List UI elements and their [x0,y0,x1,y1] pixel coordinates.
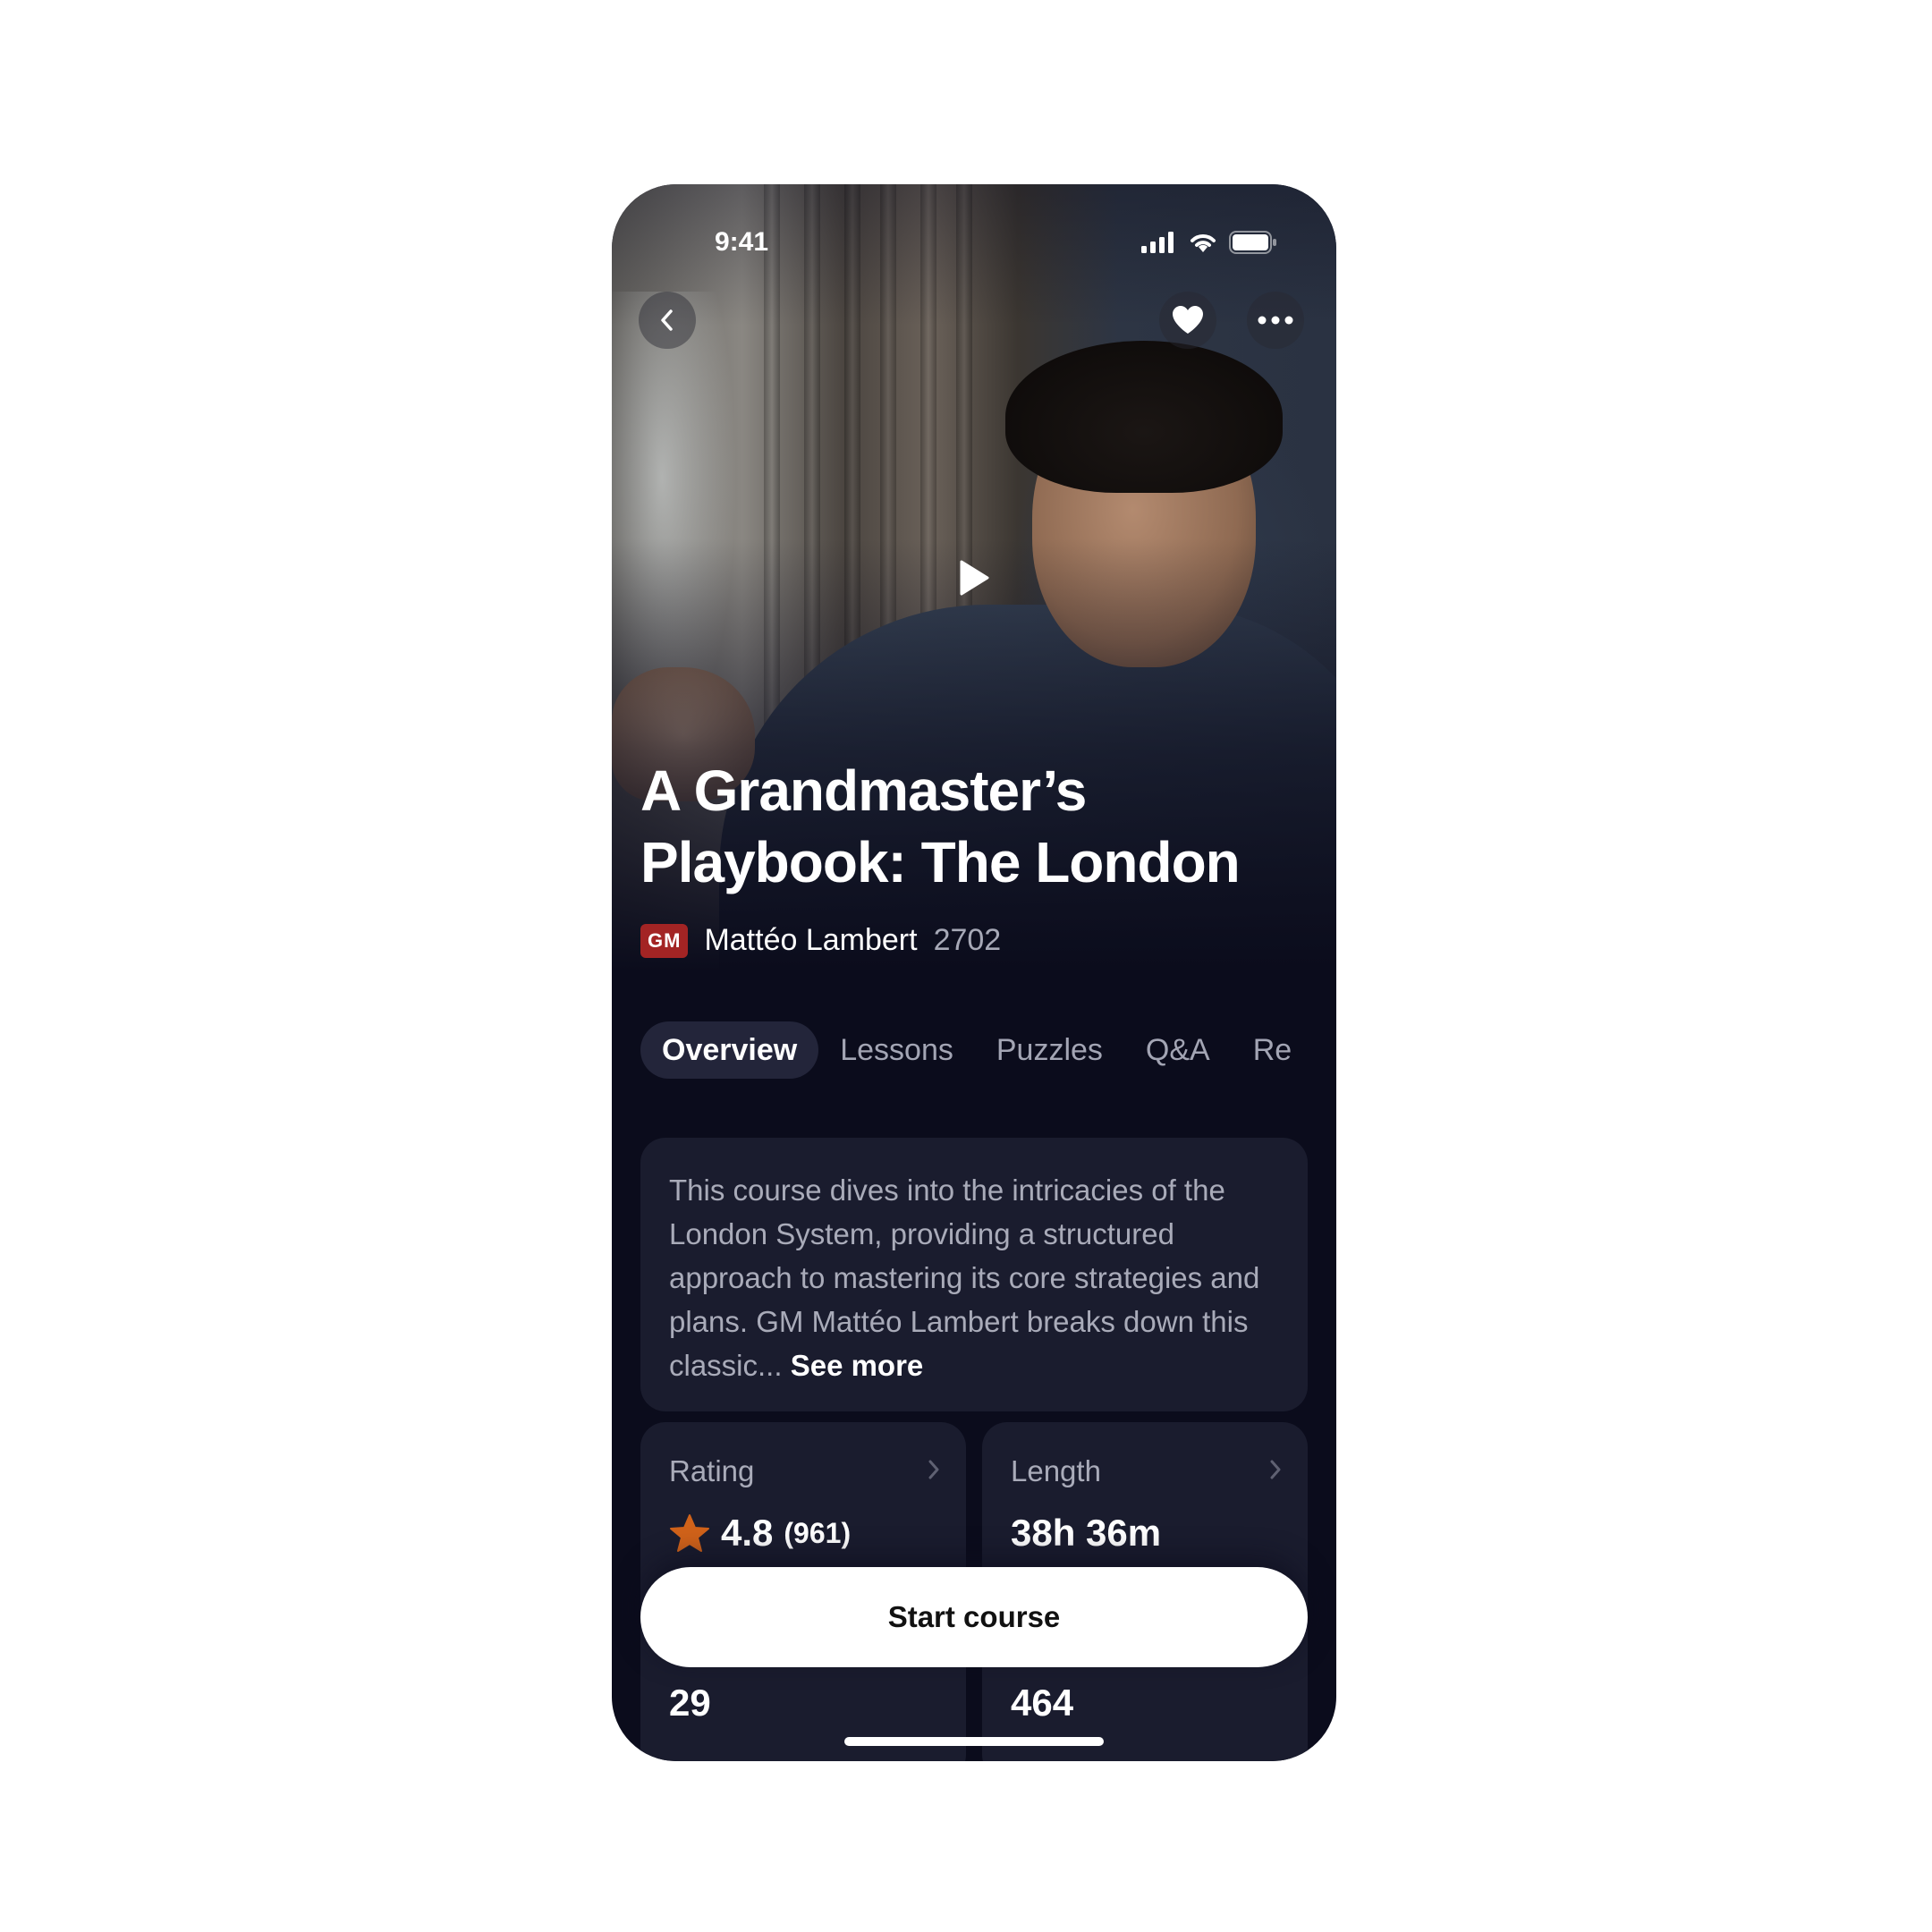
phone-screen: 9:41 A Grandmaster’s Playbook: The Londo… [612,184,1336,1761]
description-card: This course dives into the intricacies o… [640,1138,1308,1411]
chevron-left-icon [661,309,673,331]
lower-right-stat-value: 464 [1011,1682,1074,1724]
more-horizontal-icon [1258,316,1293,325]
tab-overview[interactable]: Overview [640,1021,819,1079]
rating-label: Rating [669,1454,755,1487]
star-icon [670,1514,709,1552]
chevron-right-icon [1270,1460,1281,1479]
author-rating: 2702 [933,923,1002,957]
see-more-link[interactable]: See more [791,1349,924,1382]
cellular-signal-icon [1141,232,1174,253]
status-icons [1141,231,1277,254]
battery-icon [1229,231,1276,254]
course-title: A Grandmaster’s Playbook: The London [640,755,1320,898]
rating-value-row: 4.8 (961) [669,1512,937,1555]
status-time: 9:41 [714,227,769,257]
more-options-button[interactable] [1247,292,1304,349]
home-indicator [844,1737,1104,1746]
tab-qa[interactable]: Q&A [1124,1021,1232,1079]
length-label: Length [1011,1454,1101,1487]
lower-left-stat-value: 29 [669,1682,711,1724]
author-name[interactable]: Mattéo Lambert [704,923,917,958]
wifi-icon [1191,234,1216,252]
chevron-right-icon [928,1460,939,1479]
author-row[interactable]: GM Mattéo Lambert 2702 [640,923,1001,958]
play-icon [960,560,989,596]
favorite-button[interactable] [1159,292,1216,349]
start-course-button[interactable]: Start course [640,1567,1308,1667]
rating-value: 4.8 [721,1512,774,1554]
course-title-line-2: Playbook: The London [640,830,1241,894]
title-badge: GM [640,923,689,958]
play-video-button[interactable] [938,542,1010,614]
length-value-row: 38h 36m [1011,1512,1279,1555]
course-tabs: Overview Lessons Puzzles Q&A Re [640,1021,1336,1079]
length-value: 38h 36m [1011,1512,1162,1554]
description-text: This course dives into the intricacies o… [669,1174,1260,1382]
tab-lessons[interactable]: Lessons [818,1021,975,1079]
back-button[interactable] [639,292,696,349]
tab-reviews[interactable]: Re [1232,1021,1313,1079]
rating-count: (961) [784,1516,852,1549]
course-title-line-1: A Grandmaster’s [640,758,1087,823]
tab-puzzles[interactable]: Puzzles [975,1021,1124,1079]
heart-icon [1173,306,1203,334]
